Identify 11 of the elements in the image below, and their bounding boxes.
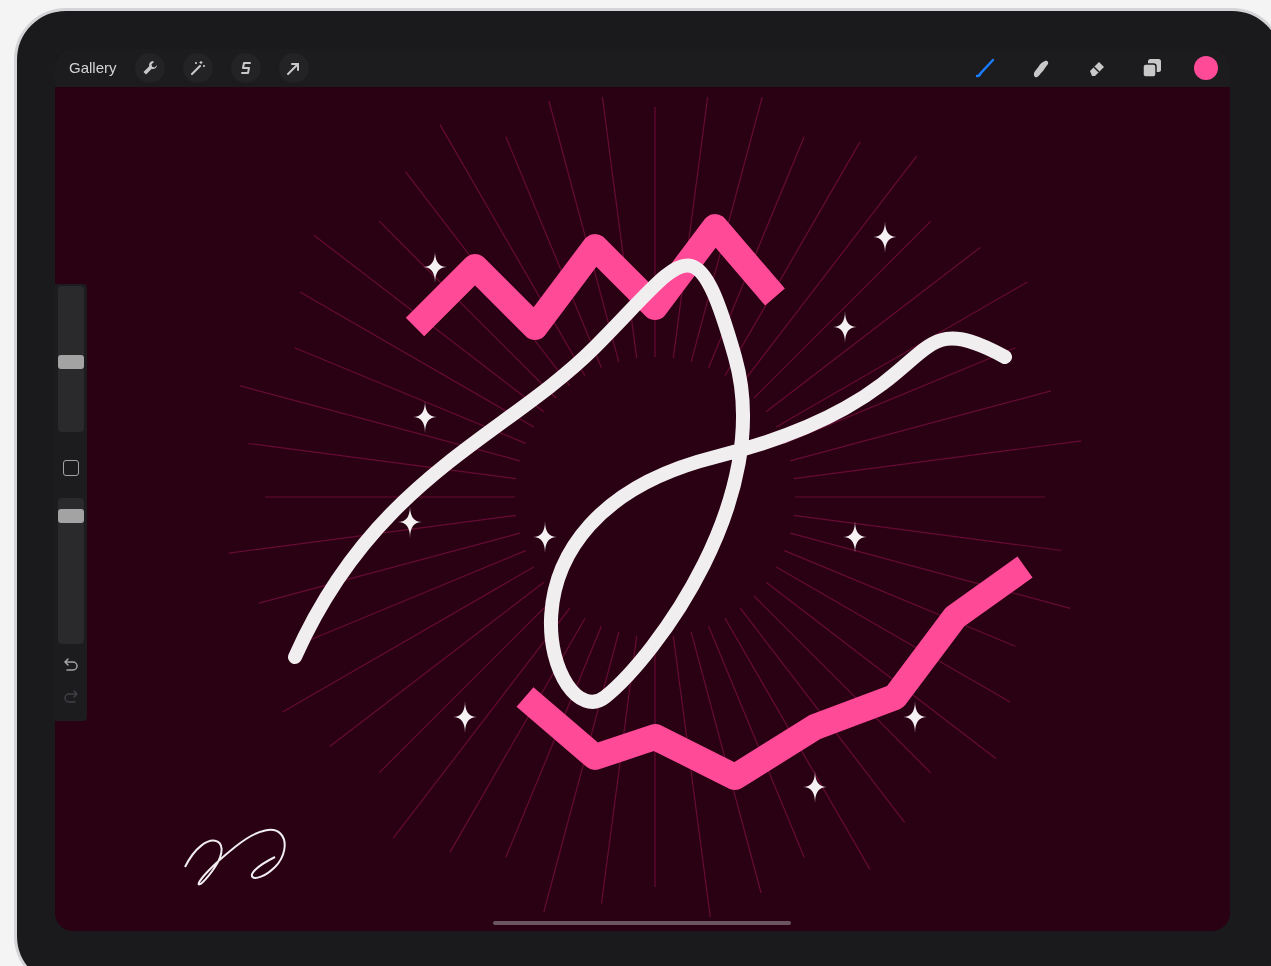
slider-thumb[interactable]: [58, 508, 84, 523]
slider-thumb[interactable]: [58, 354, 84, 369]
selection-icon[interactable]: [230, 53, 261, 83]
opacity-slider[interactable]: [58, 498, 84, 644]
gallery-button[interactable]: Gallery: [69, 56, 117, 80]
color-swatch[interactable]: [1194, 56, 1218, 80]
wrench-icon[interactable]: [134, 53, 165, 83]
brush-size-slider[interactable]: [58, 286, 84, 432]
modify-button[interactable]: [63, 460, 79, 476]
undo-icon[interactable]: [63, 658, 79, 672]
magic-wand-icon[interactable]: [182, 53, 213, 83]
